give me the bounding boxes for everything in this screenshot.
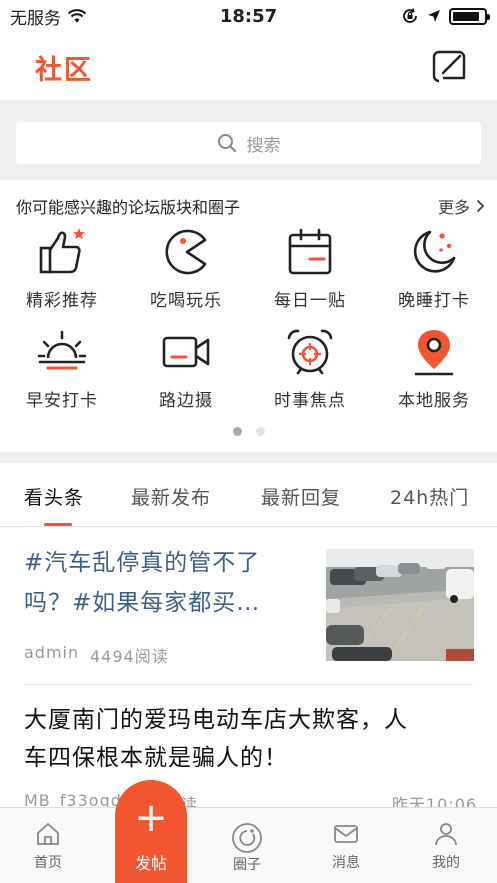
new-post-label: 发帖	[134, 854, 167, 873]
nav-bar: 社区	[0, 32, 497, 100]
tabbar-label: 首页	[34, 855, 62, 871]
location-pin-icon	[414, 330, 454, 376]
forum-item-label: 每日一贴	[274, 291, 346, 311]
forum-item-food[interactable]: 吃喝玩乐	[124, 226, 248, 311]
video-camera-icon	[162, 336, 210, 368]
carrier-label: 无服务	[10, 8, 61, 29]
post-feed: #汽车乱停真的管不了 吗？#如果每家都买… admin 4494阅读 大厦南门的…	[0, 527, 497, 814]
home-icon	[37, 823, 59, 845]
battery-icon	[449, 7, 490, 25]
feed-tabs: 看头条 最新发布 最新回复 24h热门	[0, 463, 497, 527]
pacman-icon	[165, 229, 207, 275]
tabbar-profile[interactable]: 我的	[406, 822, 486, 872]
location-arrow-icon	[428, 10, 440, 22]
orientation-lock-icon	[403, 8, 417, 23]
tabbar-home[interactable]: 首页	[8, 822, 88, 872]
app-screen: 无服务 18:57 社区 搜索 你可能感兴趣的论坛版块和圈子 更多 精彩推荐 吃…	[0, 0, 497, 883]
forum-item-label: 早安打卡	[26, 391, 98, 411]
user-icon	[435, 823, 457, 846]
sunrise-icon	[37, 330, 87, 370]
tabbar-messages[interactable]: 消息	[306, 822, 386, 872]
forum-item-morning[interactable]: 早安打卡	[0, 326, 124, 411]
forum-item-label: 晚睡打卡	[398, 291, 470, 311]
page-dot[interactable]	[255, 427, 265, 436]
new-post-button[interactable]: + 发帖	[115, 780, 187, 883]
alarm-clock-icon	[287, 329, 333, 375]
forum-item-label: 吃喝玩乐	[150, 291, 222, 311]
tab-latest-posts[interactable]: 最新发布	[131, 483, 211, 510]
circle-icon	[232, 823, 262, 853]
tab-headlines[interactable]: 看头条	[24, 483, 84, 510]
post-title-line: 大厦南门的爱玛电动车店大欺客，人	[24, 707, 408, 733]
moon-icon	[413, 230, 456, 273]
wifi-icon	[67, 9, 87, 23]
calendar-icon	[288, 228, 332, 275]
battery-level	[453, 11, 479, 21]
status-bar: 无服务 18:57	[0, 0, 497, 32]
mail-icon	[334, 825, 358, 843]
forum-section: 你可能感兴趣的论坛版块和圈子 更多 精彩推荐 吃喝玩乐 每日一贴 晚睡打卡 早安…	[0, 180, 497, 452]
page-title: 社区	[35, 55, 93, 86]
forum-item-current-affairs[interactable]: 时事焦点	[248, 326, 372, 411]
active-tab-indicator	[44, 523, 72, 526]
tabbar-label: 我的	[432, 855, 460, 871]
page-indicator[interactable]	[0, 427, 497, 436]
plus-icon: +	[134, 795, 168, 841]
search-icon	[217, 134, 236, 152]
forum-item-label: 本地服务	[398, 391, 470, 411]
forum-item-label: 时事焦点	[274, 391, 346, 411]
compose-icon[interactable]	[431, 48, 469, 84]
tabbar-label: 圈子	[233, 857, 261, 873]
forum-item-street-photo[interactable]: 路边摄	[124, 326, 248, 411]
tab-24h-hot[interactable]: 24h热门	[390, 483, 469, 510]
search-section: 搜索	[0, 100, 497, 180]
post-title-line: 吗？#如果每家都买…	[24, 590, 261, 616]
tabbar-label: 消息	[332, 855, 360, 871]
post-thumbnail[interactable]	[326, 549, 474, 661]
tab-latest-replies[interactable]: 最新回复	[261, 483, 341, 510]
forum-item-label: 精彩推荐	[26, 291, 98, 311]
parking-lot-photo	[326, 549, 474, 661]
forum-item-label: 路边摄	[159, 391, 213, 411]
post-author: admin	[24, 643, 80, 662]
forum-section-heading: 你可能感兴趣的论坛版块和圈子	[16, 198, 241, 217]
search-input[interactable]: 搜索	[16, 122, 481, 164]
bottom-tab-bar: 首页 圈子 消息 我的	[0, 807, 497, 883]
search-placeholder: 搜索	[246, 135, 281, 156]
forum-item-featured[interactable]: 精彩推荐	[0, 226, 124, 311]
forum-item-late-night[interactable]: 晚睡打卡	[372, 226, 496, 311]
post-reads: 4494阅读	[90, 647, 169, 666]
page-dot[interactable]	[232, 427, 242, 436]
post-divider	[24, 684, 473, 685]
thumbs-up-icon	[39, 228, 85, 274]
post-title[interactable]: #汽车乱停真的管不了 吗？#如果每家都买…	[24, 543, 314, 623]
post-title-line: 车四保根本就是骗人的！	[24, 745, 288, 771]
chevron-right-icon	[476, 199, 485, 213]
more-label: 更多	[437, 198, 470, 217]
tabbar-circles[interactable]: 圈子	[207, 822, 287, 874]
more-link[interactable]: 更多	[438, 194, 485, 218]
post-title-line: #汽车乱停真的管不了	[24, 550, 261, 576]
forum-item-local-services[interactable]: 本地服务	[372, 326, 496, 411]
forum-item-daily-post[interactable]: 每日一贴	[248, 226, 372, 311]
post-title[interactable]: 大厦南门的爱玛电动车店大欺客，人 车四保根本就是骗人的！	[24, 701, 474, 777]
